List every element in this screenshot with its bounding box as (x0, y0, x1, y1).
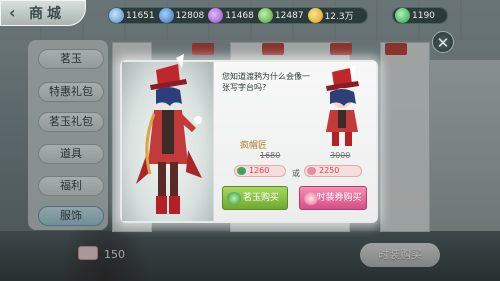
page-title: 商城 (29, 6, 65, 22)
price-jade-value: 1260 (249, 166, 270, 175)
back-arrow-icon: ‹ (9, 3, 16, 22)
jade-icon (395, 8, 410, 23)
jade-value: 1190 (412, 10, 435, 21)
currency-diamond[interactable]: 11651 (109, 7, 155, 24)
original-price-jade: 1680 (260, 151, 281, 160)
character-preview (122, 54, 214, 221)
buy-with-ticket-button[interactable]: 时装券购买 (299, 186, 367, 210)
gold-coin-icon (307, 8, 323, 23)
or-label: 或 (292, 169, 300, 178)
jade-balance[interactable]: 1190 (392, 7, 448, 24)
ticket-icon (304, 192, 318, 205)
back-button[interactable]: ‹ 商城 (0, 0, 86, 26)
currency-bar: 11651 12808 11468 12487 12.3万 (108, 7, 368, 24)
close-button[interactable]: ✕ (432, 31, 454, 53)
currency-value: 12.3万 (324, 12, 354, 22)
currency-blue-flower[interactable]: 12808 (158, 7, 205, 24)
currency-value: 12808 (175, 10, 205, 21)
item-name: 疯帽匠 (240, 141, 268, 151)
top-bar: ‹ 商城 11651 12808 11468 12487 12.3万 1190 (0, 0, 500, 30)
currency-value: 12487 (274, 10, 304, 21)
mad-hatter-chibi (326, 66, 359, 146)
currency-gold[interactable]: 12.3万 (307, 7, 354, 24)
mad-hatter-full-figure (136, 54, 202, 214)
green-gem-icon (257, 8, 273, 23)
price-ticket: 2250 (304, 165, 362, 177)
purchase-dialog: 您知道渡鸦为什么会像一张写字台吗？ 疯帽匠 1680 3000 1260 或 2… (120, 54, 378, 223)
currency-value: 11651 (126, 10, 155, 21)
currency-value: 11468 (225, 10, 254, 21)
price-ticket-value: 2250 (319, 166, 340, 175)
currency-green-gem[interactable]: 12487 (257, 7, 304, 24)
currency-purple-flower[interactable]: 11468 (208, 7, 254, 24)
blue-flower-icon (158, 8, 174, 23)
purple-flower-icon (208, 8, 224, 23)
original-price-ticket: 3000 (330, 151, 351, 160)
buy-with-jade-label: 茗玉购买 (242, 193, 279, 203)
ticket-icon (307, 167, 316, 175)
close-icon: ✕ (436, 34, 450, 52)
jade-icon (227, 192, 241, 205)
item-description: 您知道渡鸦为什么会像一张写字台吗？ (222, 72, 310, 92)
jade-icon (237, 167, 246, 175)
price-jade: 1260 (234, 165, 286, 177)
buy-with-ticket-label: 时装券购买 (316, 193, 362, 203)
buy-with-jade-button[interactable]: 茗玉购买 (222, 186, 288, 210)
diamond-icon (109, 8, 124, 23)
